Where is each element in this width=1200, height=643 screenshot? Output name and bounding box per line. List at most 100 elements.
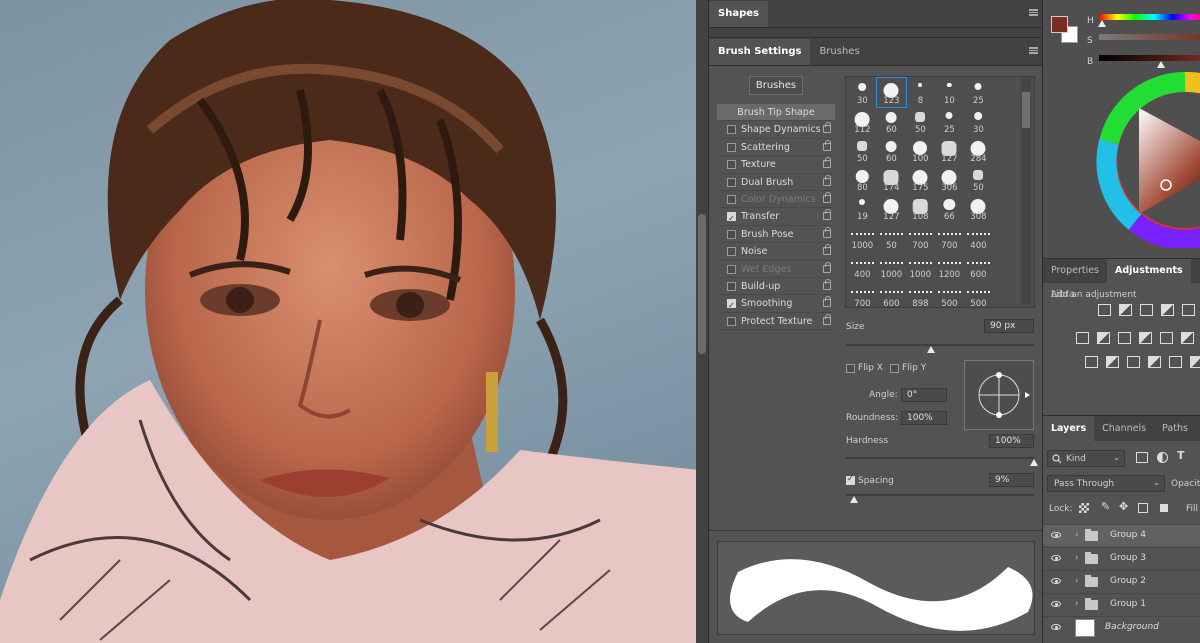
lock-icon[interactable]: [823, 174, 831, 186]
flip-x-checkbox[interactable]: [846, 364, 855, 373]
brush-tip-7[interactable]: 50: [906, 107, 935, 136]
option-checkbox[interactable]: [727, 210, 736, 227]
hardness-slider[interactable]: [846, 457, 1034, 459]
brush-tip-3[interactable]: 10: [935, 78, 964, 107]
adjustment-icon-10[interactable]: [1181, 332, 1194, 344]
brush-option-brush-tip-shape[interactable]: Brush Tip Shape: [717, 104, 835, 122]
brush-tip-27[interactable]: 700: [906, 223, 935, 252]
adjustment-icon-12[interactable]: [1085, 356, 1098, 368]
brush-tip-33[interactable]: 1200: [935, 252, 964, 281]
hardness-slider-knob[interactable]: [1030, 459, 1038, 466]
visibility-eye-icon[interactable]: [1051, 624, 1061, 630]
brush-tip-32[interactable]: 1000: [906, 252, 935, 281]
option-checkbox[interactable]: [727, 281, 736, 291]
option-checkbox[interactable]: [727, 264, 736, 274]
tab-brushes[interactable]: Brushes: [810, 39, 868, 65]
spacing-slider-knob[interactable]: [849, 496, 858, 503]
flip-y-checkbox[interactable]: [890, 364, 899, 373]
option-checkbox[interactable]: [727, 247, 736, 257]
adjustment-icon-15[interactable]: [1148, 356, 1161, 368]
lock-icon[interactable]: [823, 157, 831, 169]
visibility-eye-icon[interactable]: [1051, 532, 1061, 538]
brush-option-transfer[interactable]: Transfer: [717, 208, 835, 227]
brush-tip-26[interactable]: 50: [877, 223, 906, 252]
angle-field[interactable]: 0°: [901, 388, 947, 402]
brightness-slider-knob[interactable]: [1157, 61, 1165, 68]
brush-option-dual-brush[interactable]: Dual Brush: [717, 174, 835, 191]
layer-row[interactable]: Background: [1043, 616, 1200, 638]
layer-filter-kind[interactable]: Kind ⌄: [1047, 450, 1125, 467]
tab-layers[interactable]: Layers: [1043, 416, 1095, 442]
layer-row[interactable]: › Group 2: [1043, 570, 1200, 592]
brush-tip-25[interactable]: 1000: [848, 223, 877, 252]
brush-option-brush-pose[interactable]: Brush Pose: [717, 226, 835, 244]
filter-pixel-icon[interactable]: [1136, 452, 1148, 463]
brush-tip-17[interactable]: 175: [906, 165, 935, 194]
adjustment-icon-17[interactable]: [1190, 356, 1200, 368]
option-checkbox[interactable]: [727, 229, 736, 239]
brush-tip-13[interactable]: 127: [935, 136, 964, 165]
tab-shapes[interactable]: Shapes: [709, 1, 768, 27]
lock-icon[interactable]: [823, 278, 831, 290]
spacing-checkbox[interactable]: [846, 474, 855, 485]
brush-tip-14[interactable]: 284: [964, 136, 993, 165]
roundness-field[interactable]: 100%: [901, 411, 947, 425]
brush-tip-1[interactable]: 123: [876, 77, 907, 108]
spacing-field[interactable]: 9%: [989, 473, 1034, 487]
tab-channels[interactable]: Channels: [1094, 416, 1154, 442]
visibility-eye-icon[interactable]: [1051, 601, 1061, 607]
brush-tip-39[interactable]: 500: [964, 281, 993, 307]
brush-option-smoothing[interactable]: Smoothing: [717, 295, 835, 314]
brush-tip-35[interactable]: 700: [848, 281, 877, 307]
brush-tip-18[interactable]: 306: [935, 165, 964, 194]
expand-chevron-icon[interactable]: ›: [1075, 599, 1079, 609]
expand-chevron-icon[interactable]: ›: [1075, 576, 1079, 586]
layer-row[interactable]: › Group 1: [1043, 593, 1200, 615]
tab-brush-settings[interactable]: Brush Settings: [709, 39, 811, 65]
lock-icon[interactable]: [823, 122, 831, 134]
tab-adjustments[interactable]: Adjustments: [1107, 259, 1191, 283]
brightness-slider[interactable]: [1099, 55, 1200, 61]
lock-icon[interactable]: [823, 191, 831, 203]
brush-tip-20[interactable]: 19: [848, 194, 877, 223]
hue-slider[interactable]: [1099, 14, 1200, 20]
adjustment-icon-16[interactable]: [1169, 356, 1182, 368]
adjustment-icon-5[interactable]: [1076, 332, 1089, 344]
brush-tip-4[interactable]: 25: [964, 78, 993, 107]
visibility-eye-icon[interactable]: [1051, 555, 1061, 561]
brush-tip-29[interactable]: 400: [964, 223, 993, 252]
brush-tip-16[interactable]: 174: [877, 165, 906, 194]
lock-icon[interactable]: [823, 226, 831, 238]
lock-move-icon[interactable]: ✥: [1119, 500, 1128, 513]
size-slider[interactable]: [846, 344, 1034, 346]
lock-artboard-icon[interactable]: [1138, 503, 1148, 513]
filter-adjustment-icon[interactable]: [1157, 452, 1168, 463]
option-checkbox[interactable]: [727, 316, 736, 326]
option-checkbox[interactable]: [727, 177, 736, 187]
visibility-eye-icon[interactable]: [1051, 578, 1061, 584]
panel-menu-icon[interactable]: [1029, 9, 1038, 16]
lock-icon[interactable]: [823, 313, 831, 325]
brush-option-texture[interactable]: Texture: [717, 156, 835, 174]
lock-icon[interactable]: [823, 244, 831, 256]
lock-transparent-icon[interactable]: [1079, 503, 1089, 513]
brush-option-wet-edges[interactable]: Wet Edges: [717, 261, 835, 278]
brush-tip-10[interactable]: 50: [848, 136, 877, 165]
brush-option-color-dynamics[interactable]: Color Dynamics: [717, 191, 835, 209]
tab-paths[interactable]: Paths: [1154, 416, 1196, 442]
layer-row[interactable]: › Group 3: [1043, 547, 1200, 569]
adjustment-icon-9[interactable]: [1160, 332, 1173, 344]
brush-tip-15[interactable]: 80: [848, 165, 877, 194]
option-checkbox[interactable]: [727, 160, 736, 170]
lock-all-icon[interactable]: [1160, 504, 1168, 512]
canvas-scroll-thumb[interactable]: [698, 214, 706, 354]
saturation-slider[interactable]: [1099, 34, 1200, 40]
lock-icon[interactable]: [823, 296, 831, 308]
tip-grid-scroll-thumb[interactable]: [1022, 92, 1030, 128]
adjustment-icon-13[interactable]: [1106, 356, 1119, 368]
tab-properties[interactable]: Properties: [1043, 259, 1107, 283]
brush-tip-21[interactable]: 127: [877, 194, 906, 223]
filter-type-icon[interactable]: T: [1177, 449, 1185, 462]
adjustment-icon-8[interactable]: [1139, 332, 1152, 344]
brush-tip-8[interactable]: 25: [935, 107, 964, 136]
